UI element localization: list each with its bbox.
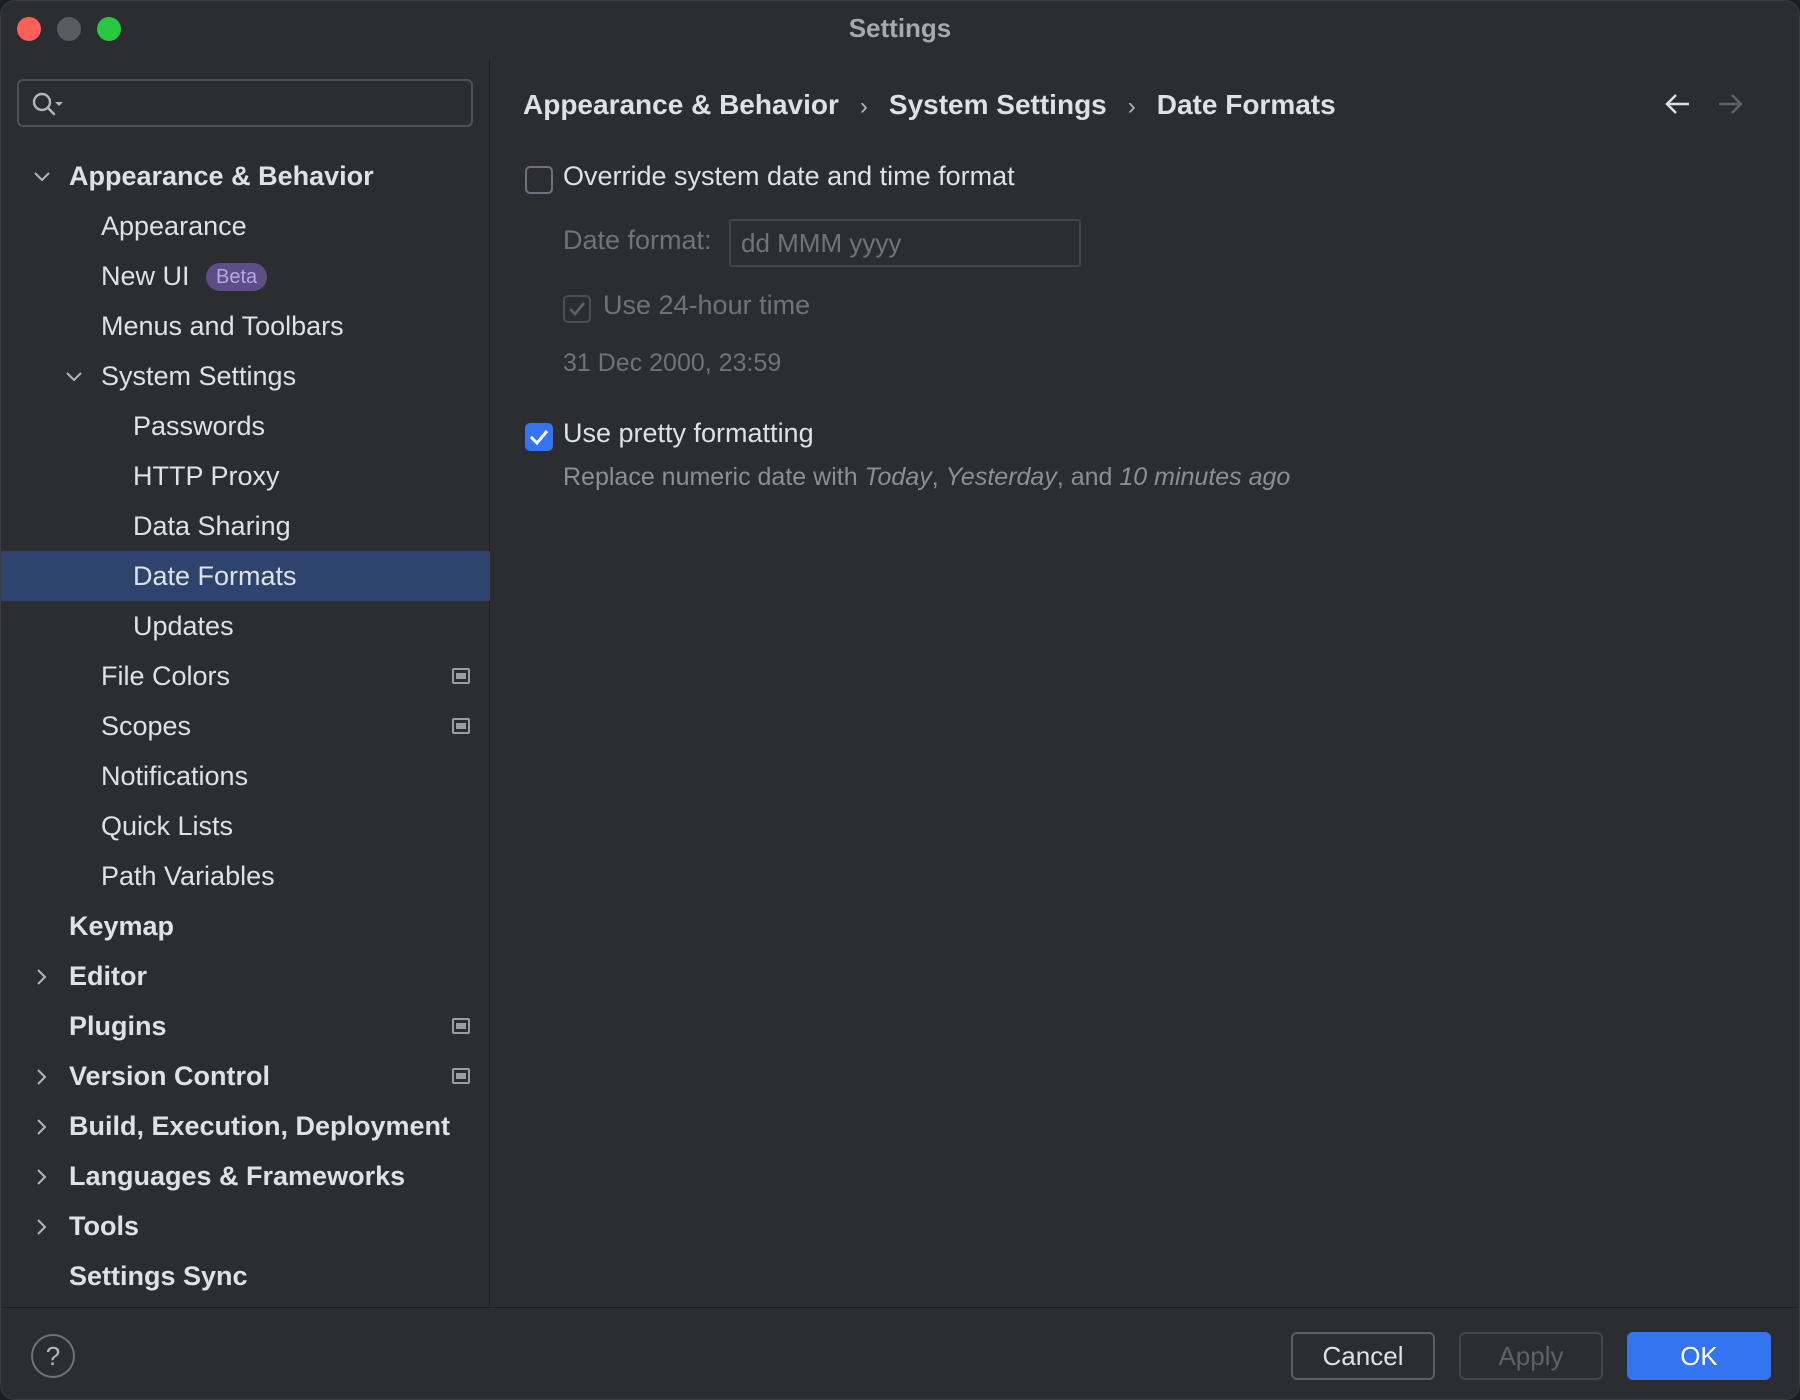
breadcrumb-separator: › (839, 87, 889, 127)
tree-item-label: Appearance & Behavior (69, 151, 374, 201)
date-format-label: Date format: (563, 225, 712, 256)
tree-item[interactable]: Settings Sync (1, 1251, 490, 1301)
cancel-button[interactable]: Cancel (1291, 1332, 1435, 1380)
tree-item-label: Editor (69, 951, 147, 1001)
checkmark-icon (525, 423, 553, 451)
tree-item[interactable]: Date Formats (1, 551, 490, 601)
title-bar: Settings (1, 1, 1799, 57)
settings-content: Appearance & Behavior›System Settings›Da… (491, 59, 1800, 1307)
settings-sidebar: Appearance & BehaviorAppearanceNew UI Bet… (1, 59, 490, 1307)
tree-item[interactable]: Appearance & Behavior (1, 151, 490, 201)
chevron-right-icon[interactable] (33, 1118, 51, 1136)
help-button[interactable]: ? (31, 1334, 75, 1378)
tree-item[interactable]: Passwords (1, 401, 490, 451)
tree-item[interactable]: Path Variables (1, 851, 490, 901)
tree-item-label: Scopes (101, 701, 191, 751)
tree-item[interactable]: File Colors (1, 651, 490, 701)
tree-item[interactable]: Scopes (1, 701, 490, 751)
tree-item[interactable]: Appearance (1, 201, 490, 251)
date-format-input[interactable] (731, 221, 1079, 265)
tree-item-label: Appearance (101, 201, 247, 251)
tree-item[interactable]: Editor (1, 951, 490, 1001)
pretty-formatting-checkbox[interactable] (525, 423, 553, 451)
chevron-down-icon[interactable] (33, 168, 51, 186)
tree-item[interactable]: Data Sharing (1, 501, 490, 551)
chevron-right-icon[interactable] (33, 1218, 51, 1236)
tree-item[interactable]: Languages & Frameworks (1, 1151, 490, 1201)
use-24h-label[interactable]: Use 24-hour time (603, 290, 810, 321)
tree-item-label: System Settings (101, 351, 296, 401)
breadcrumb-item[interactable]: System Settings (889, 89, 1107, 120)
tree-item-label: Date Formats (133, 551, 297, 601)
dialog-footer: ? Cancel Apply OK (1, 1307, 1799, 1400)
breadcrumb-current: Date Formats (1157, 89, 1336, 120)
tree-item[interactable]: Build, Execution, Deployment (1, 1101, 490, 1151)
breadcrumb-separator: › (1107, 87, 1157, 127)
tree-item[interactable]: Menus and Toolbars (1, 301, 490, 351)
override-checkbox[interactable] (525, 166, 553, 194)
chevron-right-icon[interactable] (33, 1168, 51, 1186)
checkmark-icon (565, 297, 589, 321)
back-arrow-icon[interactable] (1663, 89, 1693, 119)
tree-item-label: HTTP Proxy (133, 451, 280, 501)
breadcrumb: Appearance & Behavior›System Settings›Da… (523, 85, 1336, 125)
chevron-right-icon[interactable] (33, 968, 51, 986)
tree-item-label: Updates (133, 601, 234, 651)
tree-item[interactable]: Tools (1, 1201, 490, 1251)
project-level-icon (452, 668, 470, 684)
tree-item[interactable]: Notifications (1, 751, 490, 801)
tree-item-label: Passwords (133, 401, 265, 451)
search-icon (31, 91, 65, 117)
pretty-formatting-label[interactable]: Use pretty formatting (563, 418, 814, 449)
tree-item-label: Notifications (101, 751, 248, 801)
breadcrumb-item[interactable]: Appearance & Behavior (523, 89, 839, 120)
tree-item[interactable]: New UI Beta (1, 251, 490, 301)
tree-item-label: Languages & Frameworks (69, 1151, 405, 1201)
beta-badge: Beta (206, 263, 267, 291)
tree-item[interactable]: Quick Lists (1, 801, 490, 851)
tree-item[interactable]: Plugins (1, 1001, 490, 1051)
tree-item-label: Tools (69, 1201, 139, 1251)
tree-item-label: Version Control (69, 1051, 270, 1101)
window-title: Settings (1, 1, 1799, 57)
ok-button[interactable]: OK (1627, 1332, 1771, 1380)
search-box[interactable] (17, 79, 473, 127)
forward-arrow-icon[interactable] (1715, 89, 1745, 119)
search-input[interactable] (73, 85, 463, 121)
tree-item-label: Build, Execution, Deployment (69, 1101, 450, 1151)
chevron-down-icon[interactable] (65, 368, 83, 386)
tree-item-label: Keymap (69, 901, 174, 951)
tree-item-label: Quick Lists (101, 801, 233, 851)
use-24h-checkbox[interactable] (563, 295, 591, 323)
tree-item-label: Plugins (69, 1001, 167, 1051)
project-level-icon (452, 718, 470, 734)
date-preview: 31 Dec 2000, 23:59 (563, 349, 781, 378)
tree-item-label: Data Sharing (133, 501, 291, 551)
chevron-right-icon[interactable] (33, 1068, 51, 1086)
project-level-icon (452, 1018, 470, 1034)
tree-item[interactable]: Updates (1, 601, 490, 651)
override-label[interactable]: Override system date and time format (563, 161, 1015, 192)
settings-window: Settings Appearance & BehaviorAppearance… (0, 0, 1800, 1400)
pretty-formatting-hint: Replace numeric date with Today, Yesterd… (563, 463, 1290, 492)
tree-item-label: New UI (101, 251, 190, 301)
settings-tree: Appearance & BehaviorAppearanceNew UI Bet… (1, 151, 490, 1301)
tree-item[interactable]: Keymap (1, 901, 490, 951)
tree-item-label: Menus and Toolbars (101, 301, 344, 351)
project-level-icon (452, 1068, 470, 1084)
apply-button[interactable]: Apply (1459, 1332, 1603, 1380)
tree-item-label: File Colors (101, 651, 230, 701)
tree-item[interactable]: Version Control (1, 1051, 490, 1101)
date-format-field[interactable] (729, 219, 1081, 267)
tree-item[interactable]: System Settings (1, 351, 490, 401)
tree-item-label: Path Variables (101, 851, 275, 901)
tree-item[interactable]: HTTP Proxy (1, 451, 490, 501)
tree-item-label: Settings Sync (69, 1251, 248, 1301)
